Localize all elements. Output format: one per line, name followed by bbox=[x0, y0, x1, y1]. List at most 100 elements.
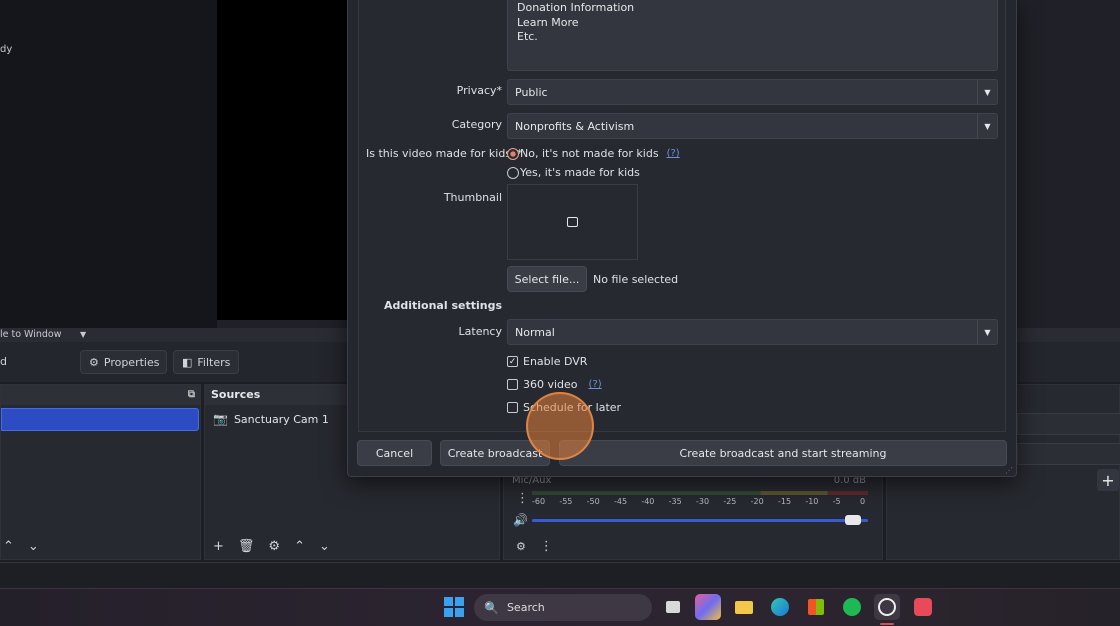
meter-tick-label: -40 bbox=[641, 497, 655, 506]
sources-dock-footer: + 🗑 ⚙ ⌃ ⌄ bbox=[205, 533, 330, 559]
chevron-down-icon[interactable]: ⌄ bbox=[319, 539, 330, 554]
radio-checked-icon bbox=[507, 147, 519, 160]
scene-item-selected[interactable] bbox=[1, 408, 199, 431]
start-icon[interactable] bbox=[444, 597, 464, 617]
source-item[interactable]: 📷 Sanctuary Cam 1 bbox=[213, 412, 329, 426]
store-icon[interactable] bbox=[803, 594, 829, 620]
filters-label: Filters bbox=[197, 355, 231, 369]
properties-label: Properties bbox=[103, 355, 160, 369]
cancel-button[interactable]: Cancel bbox=[357, 440, 432, 466]
add-icon[interactable]: + bbox=[213, 539, 224, 554]
chevron-up-icon[interactable]: ⌃ bbox=[3, 539, 14, 554]
meter-tick-label: -5 bbox=[832, 497, 841, 506]
description-line: Etc. bbox=[517, 30, 538, 43]
thumbnail-preview[interactable] bbox=[507, 184, 638, 260]
kids-no-label: No, it's not made for kids bbox=[520, 147, 659, 160]
volume-slider-track[interactable] bbox=[532, 519, 868, 522]
meter-tick-label: -20 bbox=[750, 497, 764, 506]
meter-tick-label: -60 bbox=[532, 497, 546, 506]
description-line: Learn More bbox=[517, 15, 579, 29]
spotify-icon[interactable] bbox=[839, 594, 865, 620]
chevron-down-icon[interactable]: ⌄ bbox=[28, 539, 39, 554]
resize-grip-icon[interactable]: ⋰ bbox=[1005, 466, 1013, 475]
category-label: Category bbox=[451, 118, 502, 131]
source-item-label: Sanctuary Cam 1 bbox=[233, 412, 329, 426]
obs-icon[interactable] bbox=[874, 594, 900, 620]
checkbox-empty-icon bbox=[507, 402, 518, 413]
kebab-icon[interactable]: ⋮ bbox=[540, 539, 553, 554]
level-meter bbox=[532, 491, 868, 495]
settings-gears-icon[interactable]: ⚙ bbox=[516, 540, 526, 553]
scenes-dock-footer: ⌃ ⌄ bbox=[0, 533, 39, 559]
thumbnail-label: Thumbnail bbox=[443, 191, 502, 204]
no-file-text: No file selected bbox=[593, 273, 679, 286]
controls-row bbox=[1017, 443, 1120, 465]
filters-icon: ◧ bbox=[182, 355, 193, 369]
gear-icon[interactable]: ⚙ bbox=[268, 539, 280, 554]
gear-icon: ⚙ bbox=[89, 355, 99, 369]
meter-tick-label: 0 bbox=[860, 497, 866, 506]
kids-help-link[interactable]: (?) bbox=[667, 148, 680, 159]
volume-slider-thumb[interactable] bbox=[845, 515, 862, 525]
click-highlight-marker bbox=[526, 392, 594, 460]
mixer-dock-footer: ⚙ ⋮ bbox=[508, 533, 553, 559]
video-360-help-link[interactable]: (?) bbox=[589, 379, 602, 390]
controls-row bbox=[1017, 413, 1120, 435]
enable-dvr-label: Enable DVR bbox=[523, 355, 588, 368]
privacy-label: Privacy* bbox=[456, 84, 502, 97]
add-button[interactable]: + bbox=[1097, 469, 1119, 491]
select-file-button[interactable]: Select file... bbox=[507, 266, 587, 292]
toolbar-fragment: d bbox=[0, 355, 7, 368]
properties-button[interactable]: ⚙ Properties bbox=[80, 350, 167, 374]
latency-select[interactable]: Normal ▼ bbox=[507, 319, 998, 345]
chevron-down-icon: ▼ bbox=[977, 80, 997, 104]
kids-yes-label: Yes, it's made for kids bbox=[520, 166, 640, 179]
video-360-label: 360 video bbox=[523, 378, 578, 391]
status-bar: dy bbox=[0, 44, 1120, 588]
category-value: Nonprofits & Activism bbox=[515, 119, 635, 133]
meter-tick-label: -10 bbox=[805, 497, 819, 506]
edge-icon[interactable] bbox=[767, 594, 793, 620]
copilot-icon[interactable] bbox=[695, 594, 721, 620]
meter-tick-label: -30 bbox=[696, 497, 710, 506]
obs-active-indicator bbox=[880, 623, 894, 625]
meter-tick-label: -25 bbox=[723, 497, 737, 506]
meter-tick-label: -45 bbox=[614, 497, 628, 506]
search-placeholder: Search bbox=[506, 601, 545, 614]
create-and-stream-button[interactable]: Create broadcast and start streaming bbox=[559, 440, 1007, 466]
undock-icon[interactable]: ⧉ bbox=[188, 385, 195, 405]
video-360-checkbox[interactable]: 360 video (?) bbox=[507, 378, 602, 391]
meter-tick-label: -50 bbox=[586, 497, 600, 506]
chevron-up-icon[interactable]: ⌃ bbox=[294, 539, 305, 554]
filters-button[interactable]: ◧ Filters bbox=[173, 350, 239, 374]
checkmark-icon: ✓ bbox=[507, 356, 518, 367]
speaker-icon[interactable]: 🔊 bbox=[513, 513, 528, 527]
chevron-down-icon[interactable]: ▼ bbox=[80, 328, 86, 342]
trash-icon[interactable]: 🗑 bbox=[238, 539, 255, 554]
task-view-icon[interactable] bbox=[660, 594, 686, 620]
kids-label: Is this video made for kids?* bbox=[366, 147, 523, 160]
scenes-dock: ⧉ ⌃ ⌄ bbox=[0, 384, 201, 560]
privacy-select[interactable]: Public ▼ bbox=[507, 79, 998, 105]
latency-value: Normal bbox=[515, 325, 555, 339]
image-icon bbox=[567, 217, 578, 227]
latency-label: Latency bbox=[458, 325, 502, 338]
category-select[interactable]: Nonprofits & Activism ▼ bbox=[507, 113, 998, 139]
kids-yes-radio[interactable]: Yes, it's made for kids bbox=[507, 166, 640, 179]
scenes-dock-title: ⧉ bbox=[1, 385, 200, 405]
radio-unchecked-icon bbox=[507, 166, 519, 179]
kids-no-radio[interactable]: No, it's not made for kids (?) bbox=[507, 147, 680, 160]
enable-dvr-checkbox[interactable]: ✓ Enable DVR bbox=[507, 355, 587, 368]
windows-taskbar: 🔍 Search bbox=[0, 588, 1120, 626]
description-textarea[interactable]: Donation Information Learn More Etc. bbox=[507, 0, 998, 71]
kebab-icon[interactable]: ⋮ bbox=[516, 491, 529, 506]
file-explorer-icon[interactable] bbox=[731, 594, 757, 620]
meter-ticks: -60 -55 -50 -45 -40 -35 -30 -25 -20 -15 -10 -5 0 bbox=[532, 497, 868, 509]
search-box[interactable]: 🔍 Search bbox=[474, 594, 652, 621]
app-icon[interactable] bbox=[910, 594, 936, 620]
mixer-channel: Mic/Aux 0.0 dB ⋮ -60 -55 -50 -45 -40 -35 -30 -2… bbox=[510, 473, 874, 533]
camera-icon: 📷 bbox=[213, 412, 228, 426]
chevron-down-icon: ▼ bbox=[977, 320, 997, 344]
description-line: Donation Information bbox=[517, 1, 635, 14]
meter-tick-label: -15 bbox=[778, 497, 792, 506]
